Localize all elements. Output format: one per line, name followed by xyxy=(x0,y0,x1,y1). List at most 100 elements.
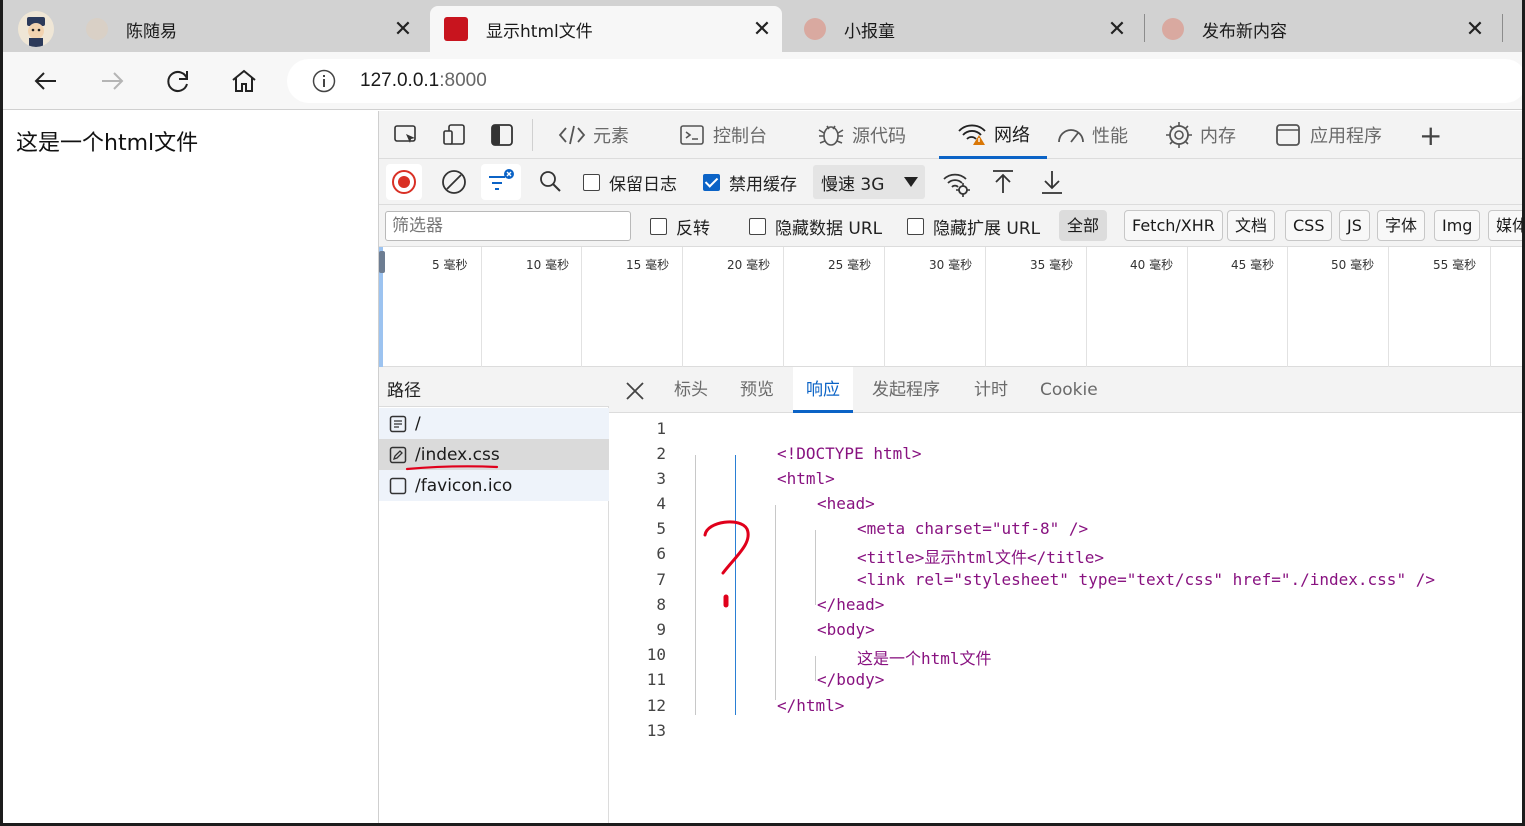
inspect-element-icon[interactable] xyxy=(393,123,419,147)
close-tab-icon[interactable]: ✕ xyxy=(1105,17,1129,42)
checkbox-box[interactable] xyxy=(583,173,600,191)
tab-elements[interactable]: 元素 xyxy=(557,111,629,159)
wifi-warning-icon xyxy=(958,124,986,145)
response-code-view[interactable]: 1 2 3 4 5 6 7 8 9 10 11 12 13 <!DOCTYPE … xyxy=(609,413,1525,823)
line-number: 9 xyxy=(656,620,666,639)
request-row-root[interactable]: / xyxy=(379,408,609,439)
code-line: <meta charset="utf-8" /> xyxy=(857,519,1089,538)
hide-extension-url-checkbox[interactable]: 隐藏扩展 URL xyxy=(907,211,1040,241)
browser-tab-publish[interactable]: 发布新内容 ✕ xyxy=(1150,6,1495,52)
home-icon[interactable] xyxy=(229,66,259,96)
browser-tab-xiaobaotong[interactable]: 小报童 ✕ xyxy=(792,6,1137,52)
filter-chip-css[interactable]: CSS xyxy=(1285,210,1333,241)
detail-tab-cookie[interactable]: Cookie xyxy=(1032,367,1106,413)
timeline-overview[interactable]: 5 毫秒 10 毫秒 15 毫秒 20 毫秒 25 毫秒 30 毫秒 35 毫秒… xyxy=(379,247,1525,367)
record-stop-icon xyxy=(392,170,416,194)
tab-console[interactable]: 控制台 xyxy=(679,111,767,159)
add-tab-button[interactable]: + xyxy=(1419,111,1442,159)
code-icon xyxy=(558,125,586,145)
throttle-value: 慢速 3G xyxy=(821,174,885,195)
image-icon xyxy=(389,477,407,494)
forward-arrow-icon[interactable] xyxy=(97,66,127,96)
browser-tab-html-file[interactable]: 显示html文件 ✕ xyxy=(430,6,782,52)
filter-chip-font[interactable]: 字体 xyxy=(1377,210,1426,241)
preserve-log-checkbox[interactable]: 保留日志 xyxy=(583,165,677,199)
disable-cache-checkbox[interactable]: 禁用缓存 xyxy=(703,165,797,199)
tab-title: 发布新内容 xyxy=(1202,21,1287,42)
close-tab-icon[interactable]: ✕ xyxy=(750,17,774,42)
close-icon[interactable] xyxy=(625,381,645,401)
tab-performance[interactable]: 性能 xyxy=(1056,111,1128,159)
gauge-icon xyxy=(1058,129,1084,143)
tick-label: 30 毫秒 xyxy=(929,258,973,272)
back-arrow-icon[interactable] xyxy=(31,66,61,96)
line-number: 5 xyxy=(656,519,666,538)
network-toolbar: 保留日志 禁用缓存 慢速 3G xyxy=(379,159,1525,205)
filter-toggle-button[interactable] xyxy=(481,164,521,200)
filter-chip-media[interactable]: 媒体 xyxy=(1488,210,1525,241)
site-info-icon[interactable] xyxy=(312,69,336,93)
detail-tab-response[interactable]: 响应 xyxy=(793,367,853,413)
tick-label: 15 毫秒 xyxy=(626,258,670,272)
checkbox-box[interactable] xyxy=(907,217,924,235)
invert-checkbox[interactable]: 反转 xyxy=(650,211,710,241)
throttle-select[interactable]: 慢速 3G xyxy=(813,165,925,199)
close-tab-icon[interactable]: ✕ xyxy=(391,17,415,42)
request-name: / xyxy=(415,413,421,434)
line-number: 6 xyxy=(656,544,666,563)
request-row-favicon[interactable]: /favicon.ico xyxy=(379,470,609,501)
search-icon[interactable] xyxy=(537,168,565,196)
page-viewport: 这是一个html文件 xyxy=(3,111,378,823)
detail-tab-timing[interactable]: 计时 xyxy=(966,367,1016,413)
address-bar[interactable]: 127.0.0.1:8000 xyxy=(287,59,1525,103)
tab-sources[interactable]: 源代码 xyxy=(816,111,906,159)
tab-label: 网络 xyxy=(994,124,1030,146)
line-number: 10 xyxy=(646,645,666,664)
import-har-icon[interactable] xyxy=(989,168,1017,196)
tab-application[interactable]: 应用程序 xyxy=(1274,111,1382,159)
detail-tab-preview[interactable]: 预览 xyxy=(732,367,782,413)
tab-title: 陈随易 xyxy=(126,21,177,42)
close-tab-icon[interactable]: ✕ xyxy=(1463,17,1487,42)
tab-memory[interactable]: 内存 xyxy=(1164,111,1236,159)
filter-chip-js[interactable]: JS xyxy=(1339,210,1370,241)
network-conditions-icon[interactable] xyxy=(941,168,971,198)
filter-chip-fetch-xhr[interactable]: Fetch/XHR xyxy=(1124,210,1223,241)
checkbox-box[interactable] xyxy=(650,217,667,235)
browser-tab-chensuiyi[interactable]: 陈随易 ✕ xyxy=(78,6,423,52)
line-number: 3 xyxy=(656,469,666,488)
tab-network[interactable]: 网络 xyxy=(939,111,1047,159)
filter-chip-all[interactable]: 全部 xyxy=(1059,210,1108,241)
tick-label: 25 毫秒 xyxy=(828,258,872,272)
indent-guide xyxy=(815,656,816,681)
profile-avatar[interactable] xyxy=(18,11,54,47)
tick-label: 50 毫秒 xyxy=(1331,258,1375,272)
column-header-path[interactable]: 路径 xyxy=(379,367,609,407)
checkbox-label: 隐藏数据 URL xyxy=(775,218,883,239)
checkbox-box[interactable] xyxy=(703,173,720,191)
dock-side-icon[interactable] xyxy=(489,123,515,147)
detail-tab-headers[interactable]: 标头 xyxy=(666,367,716,413)
line-number: 4 xyxy=(656,494,666,513)
refresh-icon[interactable] xyxy=(163,66,193,96)
indent-guide xyxy=(695,455,696,715)
detail-tab-initiator[interactable]: 发起程序 xyxy=(864,367,948,413)
code-line: <link rel="stylesheet" type="text/css" h… xyxy=(857,570,1435,589)
hide-data-url-checkbox[interactable]: 隐藏数据 URL xyxy=(749,211,882,241)
device-emulation-icon[interactable] xyxy=(441,123,467,147)
tab-separator xyxy=(1502,14,1503,42)
cpu-icon xyxy=(1166,122,1192,148)
clear-icon[interactable] xyxy=(440,168,468,196)
tab-title: 小报童 xyxy=(844,21,895,42)
filter-input[interactable]: 筛选器 xyxy=(385,211,631,241)
checkbox-box[interactable] xyxy=(749,217,766,235)
code-line: <body> xyxy=(817,620,875,639)
export-har-icon[interactable] xyxy=(1038,168,1066,196)
filter-chip-doc[interactable]: 文档 xyxy=(1227,210,1276,241)
code-line: </html> xyxy=(777,696,845,715)
tick-label: 10 毫秒 xyxy=(526,258,570,272)
filter-chip-img[interactable]: Img xyxy=(1434,210,1481,241)
tab-title: 显示html文件 xyxy=(486,21,593,42)
code-line: 这是一个html文件 xyxy=(857,649,992,668)
record-button[interactable] xyxy=(386,164,422,200)
